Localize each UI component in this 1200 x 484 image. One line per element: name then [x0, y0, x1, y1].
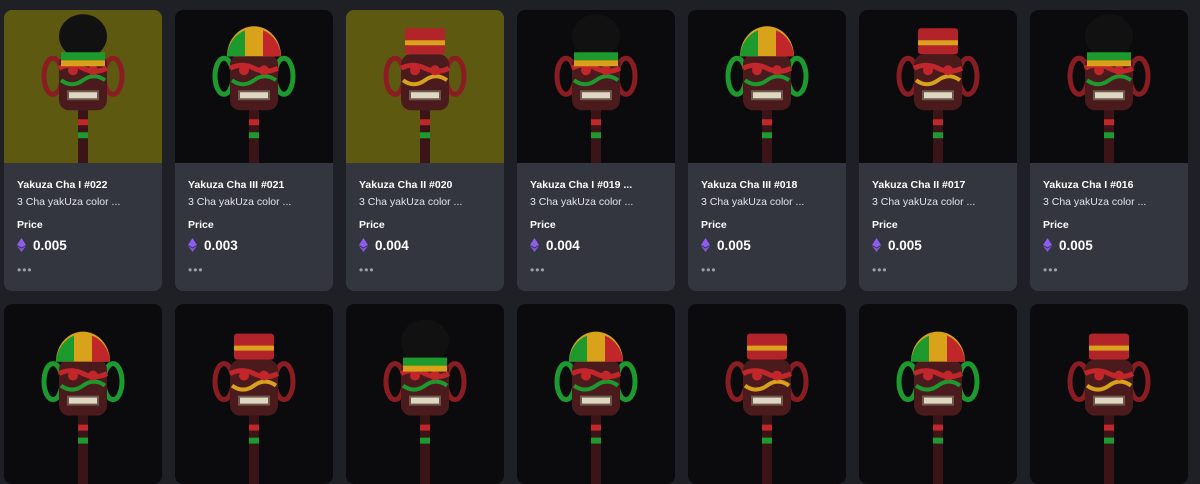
nft-card[interactable]: Yakuza Cha I #022 3 Cha yakUza color ...… — [4, 10, 162, 291]
price-row: 0.003 — [188, 236, 325, 254]
price-label: Price — [701, 219, 727, 231]
price-value: 0.005 — [888, 237, 922, 253]
nft-image[interactable] — [688, 10, 846, 163]
nft-card[interactable] — [517, 304, 675, 484]
nft-description: 3 Cha yakUza color ... — [530, 196, 634, 208]
ethereum-icon — [1043, 238, 1052, 252]
nft-card[interactable]: Yakuza Cha I #016 3 Cha yakUza color ...… — [1030, 10, 1188, 291]
more-options-button[interactable]: ••• — [701, 264, 838, 276]
price-row: 0.005 — [17, 236, 154, 254]
nft-image[interactable] — [517, 304, 675, 484]
more-options-button[interactable]: ••• — [872, 264, 1009, 276]
nft-title[interactable]: Yakuza Cha I #016 — [1043, 178, 1180, 192]
nft-card[interactable] — [688, 304, 846, 484]
price-label: Price — [530, 219, 556, 231]
nft-title[interactable]: Yakuza Cha I #019 ... — [530, 178, 667, 192]
price-value: 0.004 — [546, 237, 580, 253]
nft-card[interactable] — [859, 304, 1017, 484]
price-value: 0.005 — [717, 237, 751, 253]
price-label: Price — [872, 219, 898, 231]
more-options-button[interactable]: ••• — [17, 264, 154, 276]
nft-image[interactable] — [4, 10, 162, 163]
ethereum-icon — [872, 238, 881, 252]
price-value: 0.004 — [375, 237, 409, 253]
price-label: Price — [188, 219, 214, 231]
ethereum-icon — [188, 238, 197, 252]
price-row: 0.005 — [1043, 236, 1180, 254]
nft-title[interactable]: Yakuza Cha I #022 — [17, 178, 154, 192]
price-row: 0.005 — [872, 236, 1009, 254]
nft-card[interactable]: Yakuza Cha II #017 3 Cha yakUza color ..… — [859, 10, 1017, 291]
nft-image[interactable] — [346, 10, 504, 163]
nft-title[interactable]: Yakuza Cha II #017 — [872, 178, 1009, 192]
more-options-button[interactable]: ••• — [530, 264, 667, 276]
nft-image[interactable] — [688, 304, 846, 484]
nft-title[interactable]: Yakuza Cha III #018 — [701, 178, 838, 192]
nft-image[interactable] — [175, 304, 333, 484]
ethereum-icon — [17, 238, 26, 252]
nft-image[interactable] — [4, 304, 162, 484]
nft-description: 3 Cha yakUza color ... — [1043, 196, 1147, 208]
nft-card[interactable] — [1030, 304, 1188, 484]
nft-card[interactable]: Yakuza Cha III #018 3 Cha yakUza color .… — [688, 10, 846, 291]
price-value: 0.005 — [1059, 237, 1093, 253]
price-label: Price — [1043, 219, 1069, 231]
nft-image[interactable] — [346, 304, 504, 484]
price-label: Price — [17, 219, 43, 231]
nft-card[interactable] — [175, 304, 333, 484]
nft-image[interactable] — [517, 10, 675, 163]
nft-image[interactable] — [175, 10, 333, 163]
more-options-button[interactable]: ••• — [188, 264, 325, 276]
nft-description: 3 Cha yakUza color ... — [872, 196, 976, 208]
price-value: 0.003 — [204, 237, 238, 253]
nft-image[interactable] — [859, 304, 1017, 484]
nft-card[interactable]: Yakuza Cha II #020 3 Cha yakUza color ..… — [346, 10, 504, 291]
nft-card[interactable] — [346, 304, 504, 484]
price-row: 0.005 — [701, 236, 838, 254]
nft-image[interactable] — [1030, 10, 1188, 163]
nft-image[interactable] — [1030, 304, 1188, 484]
nft-card[interactable]: Yakuza Cha III #021 3 Cha yakUza color .… — [175, 10, 333, 291]
nft-card[interactable] — [4, 304, 162, 484]
nft-image[interactable] — [859, 10, 1017, 163]
price-value: 0.005 — [33, 237, 67, 253]
ethereum-icon — [701, 238, 710, 252]
price-row: 0.004 — [530, 236, 667, 254]
ethereum-icon — [359, 238, 368, 252]
nft-description: 3 Cha yakUza color ... — [17, 196, 121, 208]
price-label: Price — [359, 219, 385, 231]
ethereum-icon — [530, 238, 539, 252]
more-options-button[interactable]: ••• — [359, 264, 496, 276]
more-options-button[interactable]: ••• — [1043, 264, 1180, 276]
nft-title[interactable]: Yakuza Cha III #021 — [188, 178, 325, 192]
nft-description: 3 Cha yakUza color ... — [701, 196, 805, 208]
price-row: 0.004 — [359, 236, 496, 254]
nft-description: 3 Cha yakUza color ... — [359, 196, 463, 208]
nft-card[interactable]: Yakuza Cha I #019 ... 3 Cha yakUza color… — [517, 10, 675, 291]
nft-title[interactable]: Yakuza Cha II #020 — [359, 178, 496, 192]
nft-description: 3 Cha yakUza color ... — [188, 196, 292, 208]
